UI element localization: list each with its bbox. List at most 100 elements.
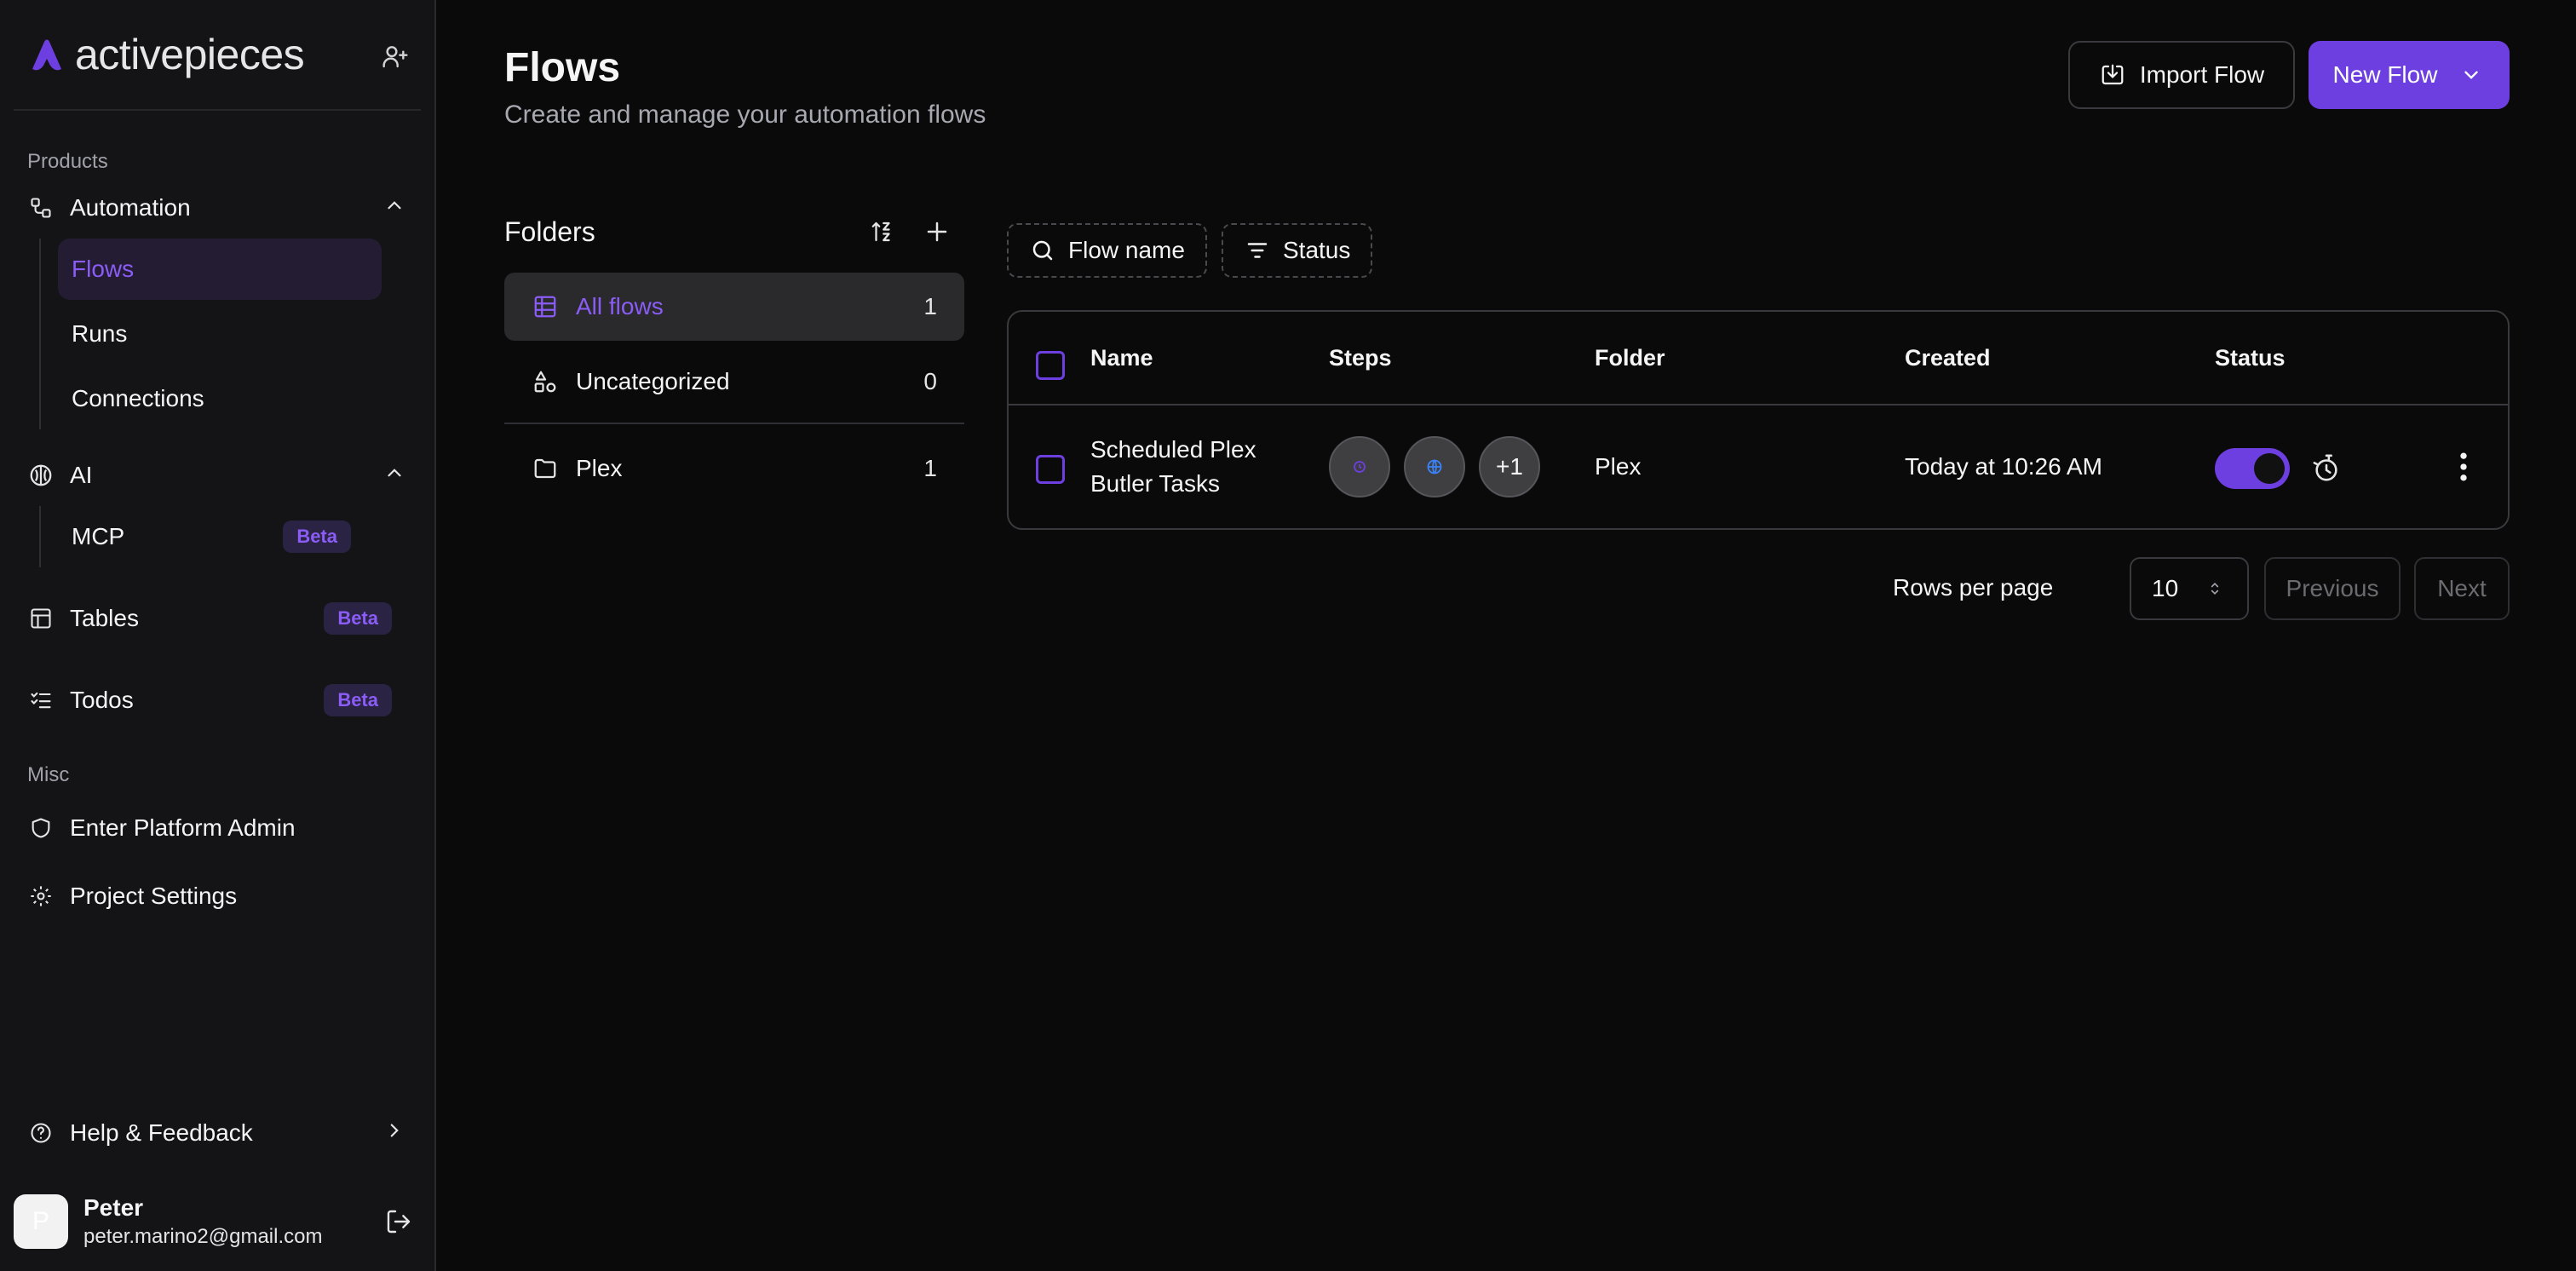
- main-content: Flows Create and manage your automation …: [436, 0, 2576, 1271]
- sidebar-item-automation[interactable]: Automation: [0, 181, 434, 235]
- list-checks-icon: [27, 687, 55, 714]
- folder-count: 0: [923, 368, 937, 394]
- folder-item-all-flows[interactable]: All flows 1: [504, 273, 964, 341]
- logo[interactable]: activepieces: [27, 30, 305, 79]
- sidebar-item-label: Project Settings: [70, 883, 238, 909]
- user-email: peter.marino2@gmail.com: [83, 1225, 323, 1248]
- help-circle-icon: [27, 1119, 55, 1147]
- automation-submenu: Flows Runs Connections: [39, 239, 434, 429]
- sidebar-item-label: Help & Feedback: [70, 1119, 253, 1146]
- flow-name[interactable]: Scheduled Plex Butler Tasks: [1090, 433, 1256, 501]
- shield-icon: [27, 814, 55, 842]
- ai-submenu: MCP Beta: [39, 506, 434, 567]
- shapes-icon: [532, 368, 559, 395]
- sidebar-item-tables[interactable]: Tables Beta: [0, 588, 434, 649]
- sidebar-item-todos[interactable]: Todos Beta: [0, 670, 434, 731]
- sidebar-item-project-settings[interactable]: Project Settings: [0, 866, 434, 927]
- page-subtitle: Create and manage your automation flows: [504, 101, 986, 129]
- activepieces-logo-icon: [27, 35, 66, 74]
- more-vertical-icon[interactable]: [2445, 448, 2482, 492]
- folder-item-uncategorized[interactable]: Uncategorized 0: [504, 348, 964, 416]
- sidebar-item-label: AI: [70, 462, 93, 488]
- folders-header: Folders: [504, 208, 964, 256]
- sidebar-item-runs[interactable]: Runs: [58, 303, 382, 365]
- new-flow-label: New Flow: [2332, 61, 2438, 88]
- sidebar-item-label: Flows: [72, 256, 135, 282]
- folder-count: 1: [923, 293, 937, 319]
- flow-status-toggle[interactable]: [2215, 448, 2290, 489]
- new-flow-button[interactable]: New Flow: [2309, 41, 2510, 109]
- sidebar-item-label: Connections: [72, 385, 204, 411]
- sidebar-item-help[interactable]: Help & Feedback: [0, 1102, 434, 1164]
- column-header-name[interactable]: Name: [1090, 345, 1153, 371]
- flows-table: Name Steps Folder Created Status Schedul…: [1007, 310, 2510, 530]
- folder-icon: [532, 455, 559, 482]
- table-icon: [532, 293, 559, 320]
- previous-page-button[interactable]: Previous: [2264, 557, 2401, 620]
- select-all-checkbox[interactable]: [1036, 351, 1065, 380]
- search-icon: [1029, 237, 1056, 264]
- rows-per-page-value: 10: [2152, 575, 2179, 601]
- sidebar-item-platform-admin[interactable]: Enter Platform Admin: [0, 797, 434, 859]
- column-header-status: Status: [2215, 344, 2286, 371]
- chevron-down-icon: [2458, 61, 2485, 89]
- flow-name-filter-label: Flow name: [1068, 237, 1185, 263]
- sidebar-item-label: MCP: [72, 523, 125, 549]
- status-filter[interactable]: Status: [1222, 223, 1373, 278]
- toggle-knob: [2254, 453, 2285, 484]
- folders-title: Folders: [504, 216, 595, 247]
- next-page-button[interactable]: Next: [2414, 557, 2510, 620]
- invite-user-icon[interactable]: [377, 37, 414, 75]
- flow-name-filter[interactable]: Flow name: [1007, 223, 1207, 278]
- step-icons: +1: [1329, 436, 1540, 497]
- sidebar-item-mcp[interactable]: MCP Beta: [58, 506, 365, 567]
- sidebar-item-label: Enter Platform Admin: [70, 814, 296, 841]
- page-title: Flows: [504, 45, 621, 90]
- table-row[interactable]: Scheduled Plex Butler Tasks +1 Plex Toda…: [1009, 405, 2508, 528]
- user-name: Peter: [83, 1194, 144, 1221]
- sort-icon[interactable]: [865, 215, 900, 249]
- schedule-step-icon: [1329, 436, 1390, 497]
- run-history-icon[interactable]: [2312, 453, 2341, 488]
- filter-icon: [1244, 237, 1271, 264]
- flow-folder: Plex: [1595, 453, 1642, 480]
- sidebar-item-label: Runs: [72, 320, 128, 347]
- import-icon: [2099, 61, 2126, 89]
- rows-per-page-select[interactable]: 10: [2130, 557, 2249, 620]
- beta-badge: Beta: [324, 684, 392, 716]
- user-profile: P Peter peter.marino2@gmail.com: [14, 1194, 423, 1249]
- column-header-folder: Folder: [1595, 344, 1665, 371]
- sidebar-item-label: Tables: [70, 605, 139, 631]
- import-flow-button[interactable]: Import Flow: [2068, 41, 2295, 109]
- sidebar: activepieces Products Automation Flows R…: [0, 0, 436, 1271]
- sidebar-item-connections[interactable]: Connections: [58, 368, 382, 429]
- rows-per-page-label: Rows per page: [1893, 574, 2054, 601]
- gear-icon: [27, 883, 55, 910]
- logo-text: activepieces: [75, 31, 305, 78]
- logout-icon[interactable]: [385, 1208, 412, 1239]
- flow-created: Today at 10:26 AM: [1905, 453, 2102, 480]
- add-folder-icon[interactable]: [920, 215, 954, 249]
- sidebar-item-label: Automation: [70, 194, 191, 221]
- folders-panel: Folders All flows 1 Uncategorized 0 Plex…: [504, 208, 964, 503]
- chevron-up-icon: [383, 194, 405, 222]
- column-header-created[interactable]: Created: [1905, 345, 1991, 371]
- folder-item-plex[interactable]: Plex 1: [504, 434, 964, 503]
- more-steps-badge: +1: [1479, 436, 1540, 497]
- folder-label: Plex: [576, 455, 623, 481]
- avatar[interactable]: P: [14, 1194, 68, 1249]
- table-header: Name Steps Folder Created Status: [1009, 312, 2508, 405]
- import-flow-label: Import Flow: [2139, 61, 2265, 88]
- logo-row: activepieces: [14, 0, 421, 111]
- sidebar-item-flows[interactable]: Flows: [58, 239, 382, 300]
- folder-label: All flows: [576, 293, 664, 319]
- beta-badge: Beta: [283, 520, 351, 553]
- row-checkbox[interactable]: [1036, 455, 1065, 484]
- flow-name-line: Scheduled Plex: [1090, 436, 1256, 463]
- column-header-steps: Steps: [1329, 344, 1392, 371]
- folder-label: Uncategorized: [576, 368, 730, 394]
- sidebar-item-ai[interactable]: AI: [0, 448, 434, 503]
- chevron-right-icon: [383, 1119, 405, 1147]
- folder-count: 1: [923, 455, 937, 481]
- folders-divider: [504, 423, 964, 424]
